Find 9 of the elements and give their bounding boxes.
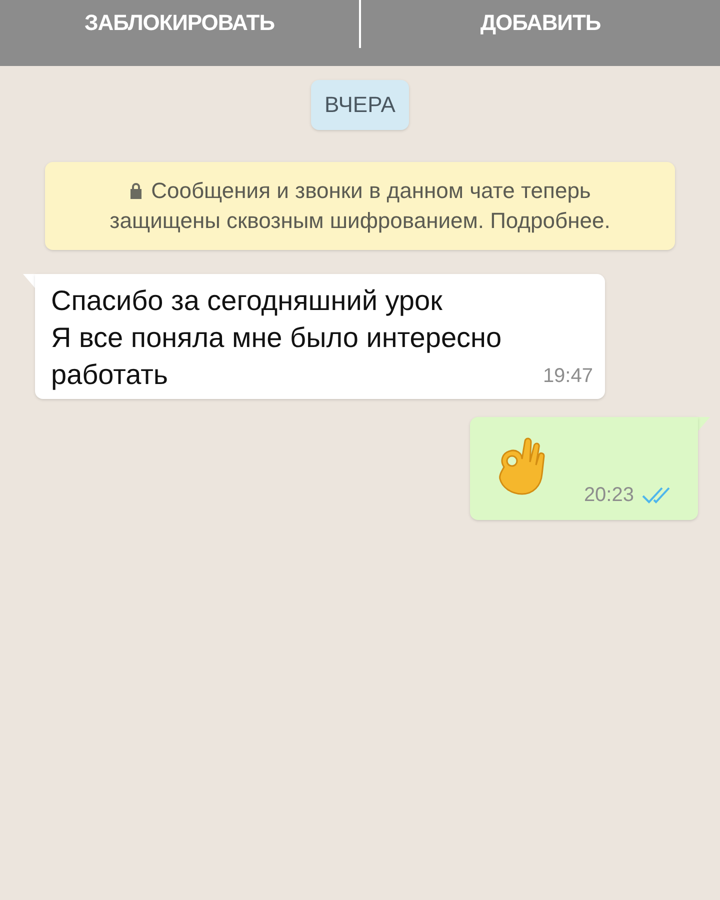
message-text: Спасибо за сегодняшний урок Я все поняла мне было интересно работать <box>51 284 502 392</box>
toolbar-button[interactable]: ДОБАВИТЬ <box>361 0 720 66</box>
lock-icon <box>129 182 144 199</box>
toolbar-button[interactable]: ЗАБЛОКИРОВАТЬ <box>0 0 359 66</box>
message-time: 19:47 <box>542 364 593 389</box>
message-time: 20:23 <box>584 483 634 508</box>
date-chip: ВЧЕРА <box>310 80 410 130</box>
encryption-notice[interactable]: Сообщения и звонки в данном чате теперь защищены сквозным шифрованием. Подробнее. <box>45 162 675 250</box>
notice-text: Сообщения и звонки в данном чате теперь защищены сквозным шифрованием. Подробнее. <box>110 178 610 233</box>
